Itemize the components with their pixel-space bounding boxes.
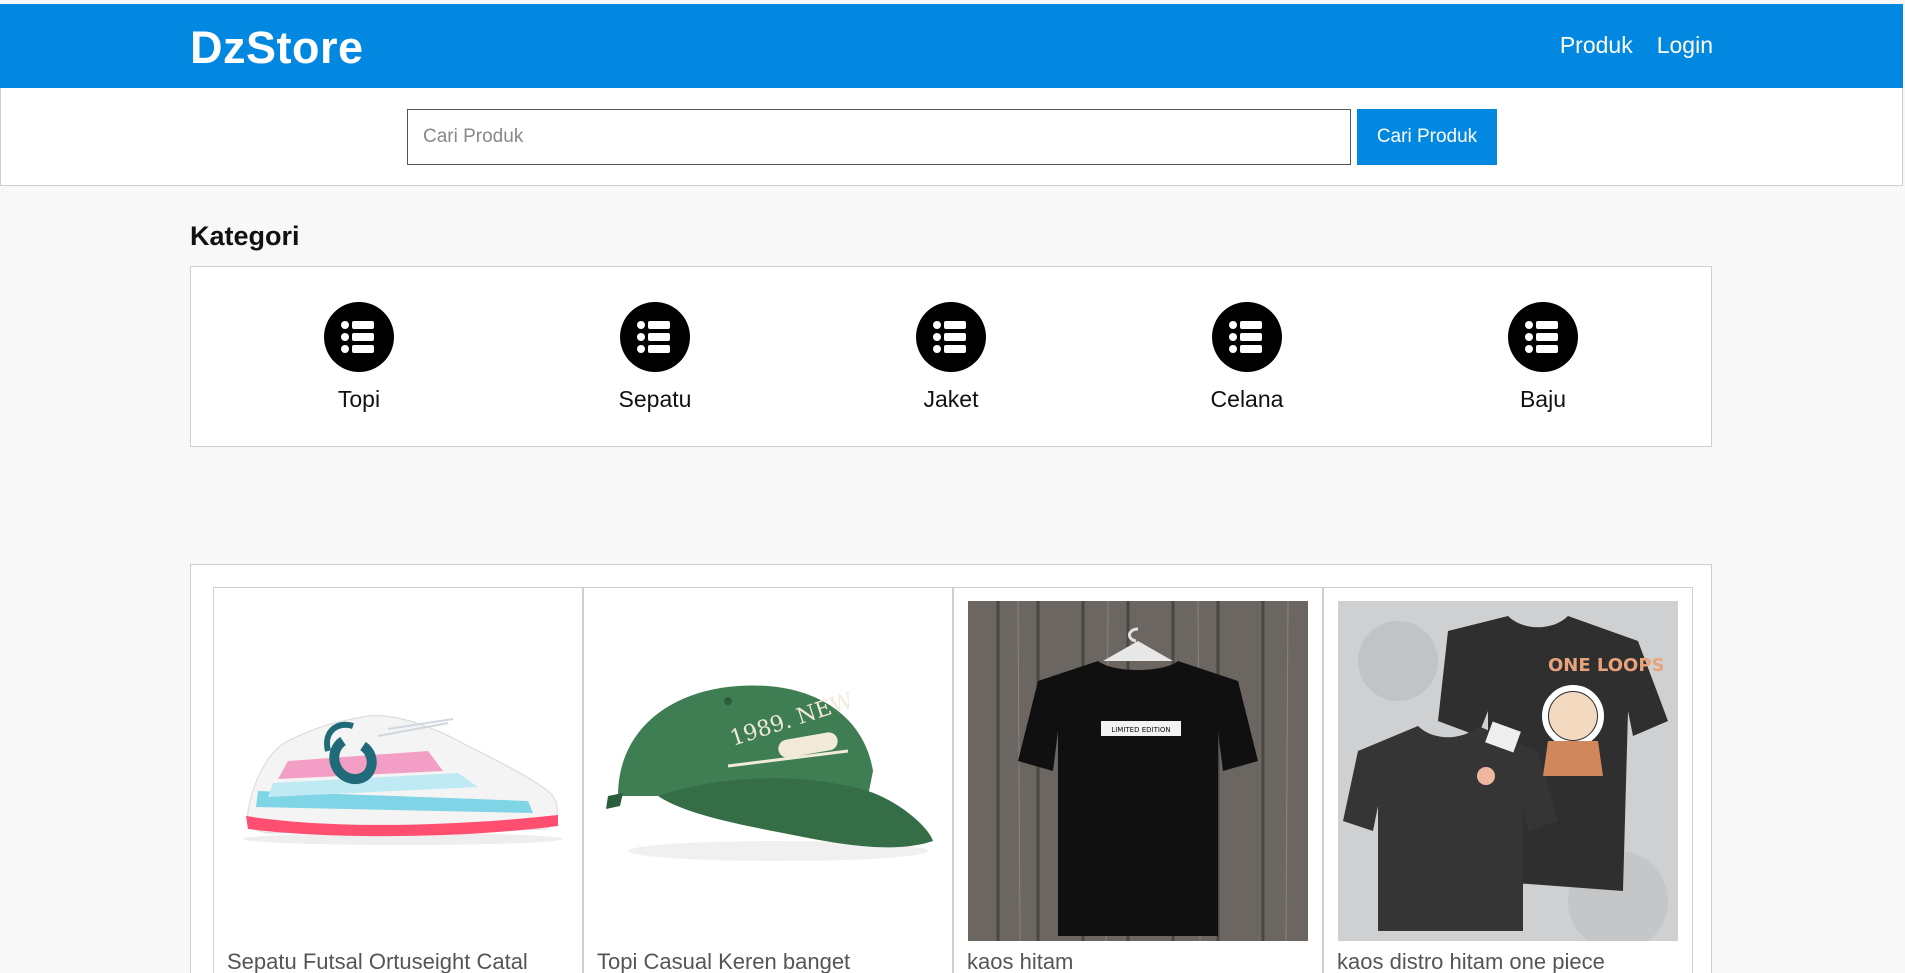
category-item-jaket[interactable]: Jaket — [871, 302, 1031, 413]
search-button[interactable]: Cari Produk — [1357, 109, 1497, 165]
search-bar: Cari Produk — [0, 88, 1903, 186]
tshirt-print-text: LIMITED EDITION — [1111, 726, 1170, 734]
category-label: Celana — [1210, 386, 1284, 412]
product-name[interactable]: kaos distro hitam one piece — [1337, 949, 1682, 973]
category-item-baju[interactable]: Baju — [1463, 302, 1623, 413]
navbar: DzStore Produk Login — [0, 4, 1903, 88]
product-card[interactable]: LIMITED EDITION kaos hitam — [953, 587, 1323, 973]
black-tshirt-image[interactable]: LIMITED EDITION — [968, 601, 1308, 941]
product-card[interactable]: ONE LOOPS kaos distro hitam one piece — [1323, 587, 1693, 973]
list-icon — [620, 302, 690, 372]
nav-link-login[interactable]: Login — [1657, 32, 1713, 59]
product-name[interactable]: Sepatu Futsal Ortuseight Catal — [227, 949, 572, 973]
category-label: Sepatu — [618, 386, 692, 412]
category-item-celana[interactable]: Celana — [1167, 302, 1327, 413]
list-icon — [916, 302, 986, 372]
product-card[interactable]: Sepatu Futsal Ortuseight Catal — [213, 587, 583, 973]
product-list: Sepatu Futsal Ortuseight Catal 1989. NEW… — [190, 564, 1712, 973]
product-card[interactable]: 1989. NEW Topi Casual Keren banget — [583, 587, 953, 973]
one-piece-tshirt-image[interactable]: ONE LOOPS — [1338, 601, 1678, 941]
list-icon — [1212, 302, 1282, 372]
category-label: Baju — [1519, 386, 1567, 412]
brand-logo[interactable]: DzStore — [190, 22, 364, 74]
category-list: Topi Sepatu Jaket Celana Baju — [190, 266, 1712, 447]
sneaker-image[interactable] — [228, 601, 568, 941]
category-section-title: Kategori — [190, 221, 300, 251]
product-name[interactable]: kaos hitam — [967, 949, 1312, 973]
search-input[interactable] — [407, 109, 1351, 165]
cap-image[interactable]: 1989. NEW — [598, 601, 938, 941]
tshirt-print-text: ONE LOOPS — [1548, 655, 1665, 676]
page: DzStore Produk Login Cari Produk Kategor… — [0, 0, 1905, 973]
category-item-topi[interactable]: Topi — [279, 302, 439, 413]
category-label: Jaket — [923, 386, 979, 412]
category-label: Topi — [337, 386, 381, 412]
nav-link-produk[interactable]: Produk — [1560, 32, 1633, 59]
category-item-sepatu[interactable]: Sepatu — [575, 302, 735, 413]
product-name[interactable]: Topi Casual Keren banget — [597, 949, 942, 973]
nav-links: Produk Login — [1560, 32, 1713, 59]
list-icon — [1508, 302, 1578, 372]
list-icon — [324, 302, 394, 372]
